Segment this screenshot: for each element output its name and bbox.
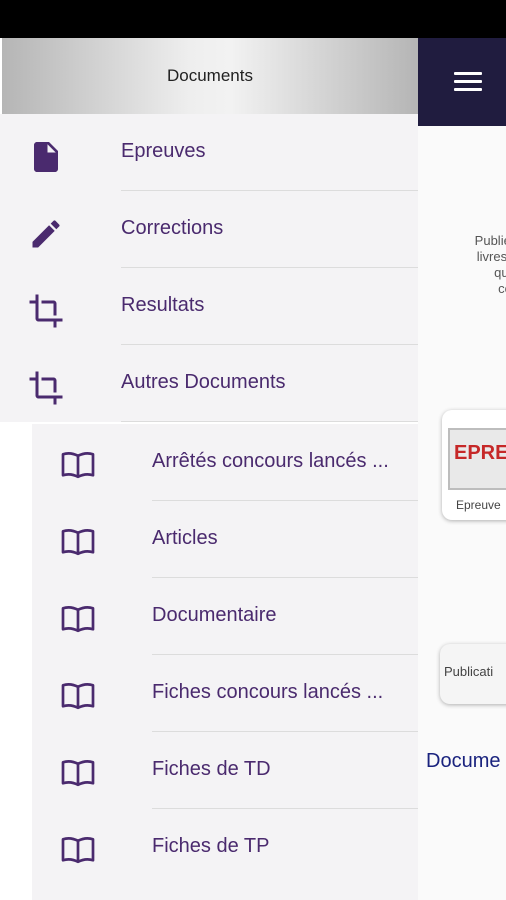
- submenu-item-fiches-concours[interactable]: Fiches concours lancés ...: [32, 655, 418, 732]
- divider: [121, 421, 418, 422]
- app-bar: [418, 38, 506, 126]
- drawer-title: Documents: [167, 66, 253, 85]
- book-icon: [61, 759, 95, 787]
- intro-line: que: [494, 265, 506, 280]
- publication-card[interactable]: Publicati: [440, 644, 506, 704]
- menu-icon[interactable]: [454, 72, 482, 92]
- menu-item-epreuves[interactable]: Epreuves: [0, 114, 418, 191]
- submenu-item-documentaire[interactable]: Documentaire: [32, 578, 418, 655]
- menu-item-resultats[interactable]: Resultats: [0, 268, 418, 345]
- submenu-item-label: Documentaire: [152, 604, 277, 626]
- drawer-header: Documents: [2, 38, 418, 114]
- menu-item-corrections[interactable]: Corrections: [0, 191, 418, 268]
- card-caption: Epreuve: [456, 498, 501, 512]
- submenu-item-label: Fiches de TD: [152, 758, 271, 780]
- book-icon: [61, 836, 95, 864]
- menu-item-label: Resultats: [121, 294, 205, 316]
- intro-text: Publiez livres,s que co: [438, 233, 506, 297]
- publication-label: Publicati: [444, 664, 494, 679]
- submenu-item-fiches-tp[interactable]: Fiches de TP: [32, 809, 418, 900]
- book-icon: [61, 451, 95, 479]
- menu-item-label: Corrections: [121, 217, 224, 239]
- book-icon: [61, 605, 95, 633]
- intro-line: Publiez: [474, 233, 506, 248]
- submenu-item-label: Arrêtés concours lancés ...: [152, 450, 389, 472]
- menu-item-autres-documents[interactable]: Autres Documents: [0, 345, 418, 422]
- submenu-item-label: Fiches concours lancés ...: [152, 681, 384, 703]
- documents-link[interactable]: Docume: [426, 750, 500, 773]
- status-bar: [0, 0, 506, 38]
- book-icon: [61, 528, 95, 556]
- intro-line: livres,s: [476, 249, 506, 264]
- submenu-item-label: Fiches de TP: [152, 835, 270, 857]
- epreuves-card[interactable]: EPREU Epreuve: [442, 410, 506, 520]
- crop-icon: [29, 371, 63, 405]
- drawer-indent: [0, 426, 32, 862]
- menu-item-label: Epreuves: [121, 140, 206, 162]
- submenu-item-fiches-td[interactable]: Fiches de TD: [32, 732, 418, 809]
- submenu-item-label: Articles: [152, 527, 218, 549]
- book-icon: [61, 682, 95, 710]
- app-page: Publiez livres,s que co EPREU Epreuve Pu…: [418, 38, 506, 900]
- menu-item-label: Autres Documents: [121, 371, 286, 393]
- billboard-text: EPREU: [454, 442, 506, 464]
- submenu-item-articles[interactable]: Articles: [32, 501, 418, 578]
- crop-icon: [29, 294, 63, 328]
- intro-line: co: [498, 281, 506, 296]
- pencil-icon: [32, 220, 60, 248]
- submenu-item-arretes[interactable]: Arrêtés concours lancés ...: [32, 424, 418, 501]
- file-icon: [34, 142, 58, 172]
- billboard-image: EPREU: [448, 428, 506, 490]
